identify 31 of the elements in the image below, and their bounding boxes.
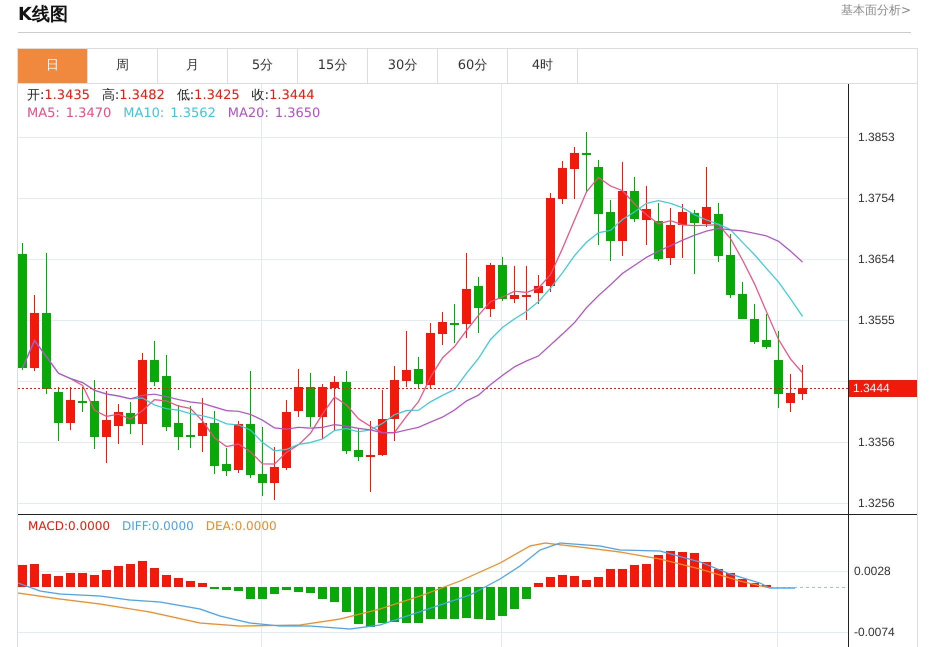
legend-value: 1.3482 [119,87,165,105]
axis-label: 1.3256 [858,496,895,510]
legend-value: 0.0000 [234,518,277,535]
fundamental-analysis-link[interactable]: 基本面分析> [840,1,911,19]
legend-value: 1.3444 [269,87,315,105]
axis-label: 0.0028 [854,564,891,578]
axis-label: -0.0074 [854,625,895,639]
legend-value: 0.0000 [152,518,194,535]
current-price-tag: 1.3444 [849,380,917,397]
axis-label: 1.3754 [858,191,895,205]
legend-label: MA5: [27,105,60,123]
legend-label: MA10: [123,105,164,123]
legend-label: 低: [176,87,194,105]
legend-value: 1.3650 [274,105,320,123]
axis-label: 1.3654 [858,252,895,266]
legend-label: MA20: [228,105,269,123]
axis-label: 1.3555 [858,313,895,327]
legend-label: 开: [27,87,44,105]
legend-value: 1.3562 [170,105,216,123]
legend-value: 1.3470 [66,105,112,123]
axis-label: 1.3853 [858,130,895,144]
legend-label: DEA: [206,518,235,535]
legend-label: 收: [252,87,270,105]
legend-value: 0.0000 [68,518,110,535]
legend-label: DIFF: [122,518,152,535]
legend-value: 1.3435 [44,87,90,105]
legend-label: 高: [102,87,120,105]
legend-label: MACD: [28,518,68,535]
page-title: K线图 [18,2,68,26]
axis-label: 1.3356 [858,435,895,449]
legend-value: 1.3425 [194,87,240,105]
